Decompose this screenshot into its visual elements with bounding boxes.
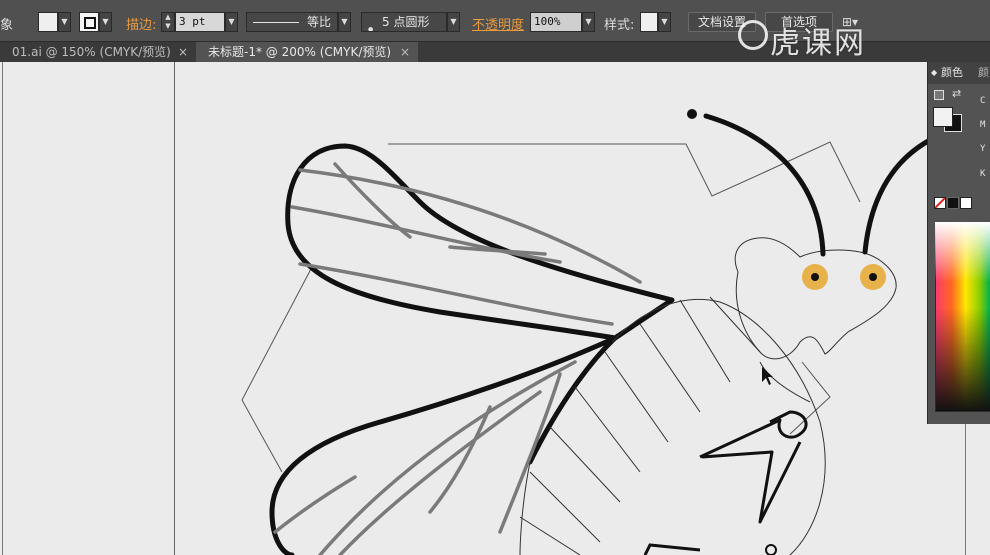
brush-dropdown-icon[interactable]: ▼: [447, 12, 460, 32]
white-swatch[interactable]: [960, 197, 972, 209]
body-outline: [611, 298, 826, 555]
hexagon-outline-right: [789, 361, 831, 435]
stroke-profile-value: 等比: [307, 15, 332, 29]
stroke-weight-stepper-icon[interactable]: ▲ ▼: [161, 12, 175, 32]
upper-wing-veins: [290, 162, 642, 326]
channel-m-label: M: [980, 120, 986, 130]
channel-c-label: C: [980, 96, 986, 106]
brush-select[interactable]: ● 5 点圆形: [361, 12, 447, 32]
profile-dropdown-icon[interactable]: ▼: [338, 12, 351, 32]
stroke-color-swatch[interactable]: [79, 12, 99, 32]
fill-color-swatch[interactable]: [38, 12, 58, 32]
tab-01-ai[interactable]: 01.ai @ 150% (CMYK/预览) ×: [0, 42, 196, 62]
leg-path[interactable]: [699, 410, 808, 524]
foot-path[interactable]: [643, 543, 701, 555]
black-swatch[interactable]: [947, 197, 959, 209]
head-outline[interactable]: [734, 237, 897, 360]
stroke-weight-dropdown-icon[interactable]: ▼: [225, 12, 238, 32]
close-icon[interactable]: ×: [400, 42, 410, 62]
none-swatch[interactable]: [934, 197, 946, 209]
body-segments: [519, 296, 761, 555]
left-antenna[interactable]: [703, 113, 826, 257]
right-antenna[interactable]: [862, 137, 933, 255]
anchor-point[interactable]: [765, 544, 777, 555]
stroke-label[interactable]: 描边:: [126, 14, 156, 33]
toolbar-left-glyph: 象: [0, 18, 14, 33]
channel-k-label: K: [980, 169, 986, 179]
opacity-field[interactable]: 100%: [530, 12, 582, 32]
none-slash-icon: [935, 198, 945, 208]
tab-label: 01.ai @ 150% (CMYK/预览): [12, 45, 171, 59]
tab-label: 未标题-1* @ 200% (CMYK/预览): [208, 45, 392, 59]
right-pupil: [869, 273, 877, 281]
tab-other[interactable]: 颜: [978, 62, 989, 84]
graphic-style-swatch[interactable]: [640, 12, 658, 32]
channel-y-label: Y: [980, 144, 986, 154]
tab-untitled-1[interactable]: 未标题-1* @ 200% (CMYK/预览) ×: [196, 42, 418, 62]
brush-value: 5 点圆形: [382, 15, 430, 29]
canvas-workspace[interactable]: [0, 62, 990, 555]
stroke-dropdown-icon[interactable]: ▼: [99, 12, 112, 32]
stroke-profile-select[interactable]: 等比: [246, 12, 338, 32]
watermark-logo-icon: [738, 20, 768, 50]
artwork-canvas[interactable]: [0, 62, 990, 555]
antenna-tip: [687, 109, 697, 119]
close-icon[interactable]: ×: [178, 42, 188, 62]
watermark-text: 虎课网: [770, 26, 866, 61]
style-label: 样式:: [604, 18, 635, 33]
brush-dot-icon: ●: [368, 26, 374, 32]
tab-color[interactable]: 颜色: [941, 62, 963, 84]
style-dropdown-icon[interactable]: ▼: [658, 12, 671, 32]
lower-wing-veins: [273, 360, 577, 555]
color-spectrum-highlight: [935, 222, 990, 282]
panel-collapse-icon[interactable]: ◆: [931, 62, 937, 84]
color-panel: ◆ 颜色 颜 ⇄ C M Y K: [927, 62, 990, 424]
stroke-weight-field[interactable]: 3 pt: [175, 12, 225, 32]
fill-box[interactable]: [933, 107, 953, 127]
opacity-label[interactable]: 不透明度: [472, 14, 524, 33]
left-pupil: [811, 273, 819, 281]
cursor-arrow-icon: [762, 367, 773, 385]
profile-line-icon: [253, 22, 299, 23]
lower-wing[interactable]: [269, 335, 618, 555]
default-colors-icon[interactable]: [934, 90, 944, 100]
stroke-square-icon: [84, 17, 96, 29]
fill-dropdown-icon[interactable]: ▼: [58, 12, 71, 32]
swap-colors-icon[interactable]: ⇄: [952, 87, 961, 100]
color-panel-tabs: ◆ 颜色 颜: [928, 62, 990, 84]
opacity-dropdown-icon[interactable]: ▼: [582, 12, 595, 32]
